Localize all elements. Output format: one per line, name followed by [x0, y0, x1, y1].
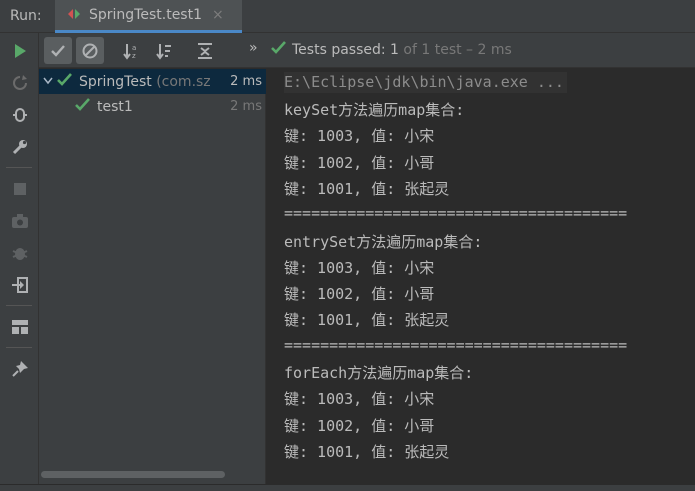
- console-line: 键: 1002, 值: 小哥: [284, 153, 435, 172]
- total-tests-label: of 1 test – 2 ms: [403, 41, 512, 58]
- console-output[interactable]: E:\Eclipse\jdk\bin\java.exe ... keySet方法…: [267, 69, 695, 491]
- left-toolbar: [0, 33, 39, 491]
- tree-item-label: test1: [97, 98, 133, 115]
- camera-icon[interactable]: [8, 209, 32, 233]
- console-line: ======================================: [284, 335, 628, 354]
- tree-item-time: 2 ms: [227, 74, 262, 89]
- chevron-down-icon[interactable]: [43, 75, 57, 88]
- junit-icon: [67, 6, 81, 25]
- sort-alpha-icon[interactable]: az: [117, 37, 145, 64]
- play-icon[interactable]: [8, 39, 32, 63]
- console-line: 键: 1001, 值: 张起灵: [284, 179, 450, 198]
- console-line: 键: 1001, 值: 张起灵: [284, 311, 450, 330]
- passed-check-icon: [57, 73, 75, 90]
- console-line: forEach方法遍历map集合:: [284, 364, 474, 382]
- toolbar-divider: [6, 347, 32, 348]
- bug-icon[interactable]: [8, 241, 32, 265]
- pin-icon[interactable]: [8, 357, 32, 381]
- tab-spring-test[interactable]: SpringTest.test1 ×: [55, 0, 242, 33]
- passed-check-icon: [271, 41, 286, 58]
- layout-icon[interactable]: [8, 315, 32, 339]
- console-line: 键: 1001, 值: 张起灵: [284, 442, 450, 461]
- passed-check-icon: [75, 98, 93, 115]
- svg-text:a: a: [132, 44, 136, 52]
- test-toolbar: az » Tests passed: 1 of 1 test – 2 ms: [39, 33, 695, 68]
- test-status: Tests passed: 1 of 1 test – 2 ms: [271, 41, 512, 58]
- console-line: 键: 1002, 值: 小哥: [284, 285, 435, 304]
- console-line: keySet方法遍历map集合:: [284, 101, 465, 119]
- tree-item-test1[interactable]: test1 2 ms: [39, 94, 266, 119]
- horizontal-scrollbar[interactable]: [41, 471, 225, 478]
- rerun-failed-icon[interactable]: [8, 71, 32, 95]
- sort-duration-icon[interactable]: [150, 37, 178, 64]
- tests-passed-label: Tests passed:: [292, 41, 386, 58]
- stop-icon[interactable]: [8, 177, 32, 201]
- tree-item-spring-test[interactable]: SpringTest (com.sz 2 ms: [39, 69, 266, 94]
- tree-item-label: SpringTest: [79, 73, 152, 90]
- console-line: 键: 1003, 值: 小宋: [284, 127, 435, 146]
- tree-item-package: (com.sz: [156, 73, 211, 90]
- run-label: Run:: [10, 8, 42, 24]
- console-line: 键: 1002, 值: 小哥: [284, 416, 435, 435]
- toolbar-divider: [6, 305, 32, 306]
- wrench-icon[interactable]: [8, 135, 32, 159]
- exit-icon[interactable]: [8, 273, 32, 297]
- bottom-strip: [0, 484, 695, 491]
- console-line: 键: 1003, 值: 小宋: [284, 258, 435, 277]
- toolbar-divider: [6, 167, 32, 168]
- console-line: ======================================: [284, 204, 628, 223]
- debug-icon[interactable]: [8, 103, 32, 127]
- collapse-icon[interactable]: [191, 37, 219, 64]
- more-actions-icon[interactable]: »: [249, 40, 258, 56]
- console-line: entrySet方法遍历map集合:: [284, 232, 483, 251]
- close-icon[interactable]: ×: [212, 7, 224, 23]
- console-command-line: E:\Eclipse\jdk\bin\java.exe ...: [284, 72, 567, 93]
- tab-label: SpringTest.test1: [89, 7, 202, 23]
- run-tool-window-header: Run: SpringTest.test1 ×: [0, 0, 695, 33]
- show-ignored-button[interactable]: [76, 37, 104, 64]
- passed-count: 1: [390, 41, 399, 58]
- svg-text:z: z: [132, 52, 136, 60]
- test-tree: SpringTest (com.sz 2 ms test1 2 ms: [39, 69, 266, 491]
- console-line: 键: 1003, 值: 小宋: [284, 390, 435, 409]
- tree-item-time: 2 ms: [230, 99, 262, 114]
- show-passed-button[interactable]: [44, 37, 72, 64]
